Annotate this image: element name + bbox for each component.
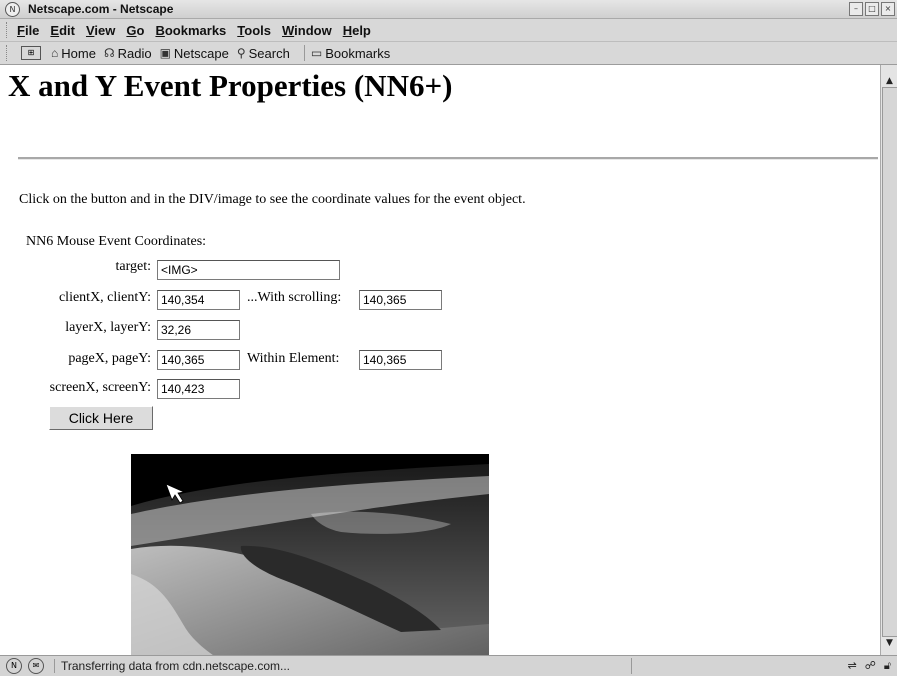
- search-button[interactable]: ⚲ Search: [237, 46, 290, 61]
- search-icon: ⚲: [236, 46, 246, 60]
- home-label: Home: [61, 45, 96, 61]
- radio-label: Radio: [117, 45, 152, 61]
- scroll-down-arrow-icon[interactable]: ▼: [883, 637, 896, 649]
- status-indicators: ⇌ ☍ 🔓︎: [848, 659, 892, 673]
- menu-bar: File Edit View Go Bookmarks Tools Window…: [0, 19, 897, 42]
- netscape-button[interactable]: ▣ Netscape: [160, 46, 229, 61]
- bookmarks-folder-icon: ▭: [310, 46, 323, 60]
- radio-button[interactable]: ☊ Radio: [104, 46, 152, 61]
- netscape-label: Netscape: [173, 45, 229, 61]
- menu-go[interactable]: Go: [126, 23, 144, 38]
- menu-view[interactable]: View: [86, 23, 115, 38]
- title-bar: N Netscape.com - Netscape – □ ×: [0, 0, 897, 19]
- close-button[interactable]: ×: [881, 2, 895, 16]
- scroll-thumb[interactable]: [882, 87, 897, 637]
- target-field[interactable]: [157, 260, 340, 280]
- menu-bookmarks[interactable]: Bookmarks: [155, 23, 226, 38]
- status-progress-cell: [631, 658, 862, 674]
- page-coords-field[interactable]: [157, 350, 240, 370]
- page-content: X and Y Event Properties (NN6+) Click on…: [0, 65, 880, 655]
- window-controls: – □ ×: [849, 2, 895, 16]
- minimize-button[interactable]: –: [849, 2, 863, 16]
- toolbar-grip[interactable]: [6, 45, 13, 61]
- mail-status-icon[interactable]: ✉: [28, 658, 44, 674]
- security-lock-icon[interactable]: 🔓︎: [884, 659, 891, 673]
- page-title: X and Y Event Properties (NN6+): [8, 68, 453, 103]
- maximize-button[interactable]: □: [865, 2, 879, 16]
- bookmarks-label: Bookmarks: [325, 45, 391, 61]
- menu-edit[interactable]: Edit: [50, 23, 75, 38]
- screen-label: screenX, screenY:: [49, 380, 151, 395]
- target-label: target:: [115, 259, 151, 274]
- toolbar-separator: [303, 45, 305, 61]
- earth-image-graphic: [131, 454, 489, 655]
- within-element-field[interactable]: [359, 350, 442, 370]
- personal-toolbar: ⊞ ⌂ Home ☊ Radio ▣ Netscape ⚲ Search ▭ B…: [0, 42, 897, 65]
- horizontal-rule: [18, 157, 878, 160]
- layer-label: layerX, layerY:: [65, 320, 151, 335]
- home-button[interactable]: ⌂ Home: [51, 46, 96, 61]
- search-label: Search: [248, 45, 290, 61]
- bookmarks-button[interactable]: ▭ Bookmarks: [311, 46, 390, 61]
- coordinates-heading: NN6 Mouse Event Coordinates:: [26, 234, 207, 249]
- instructions-text: Click on the button and in the DIV/image…: [19, 192, 526, 207]
- scrolling-label: ...With scrolling:: [247, 290, 342, 305]
- offline-toggle-icon[interactable]: ☍: [865, 659, 876, 673]
- earth-image[interactable]: [131, 454, 489, 655]
- menubar-grip[interactable]: [6, 22, 13, 38]
- window-title: Netscape.com - Netscape: [28, 2, 174, 16]
- menu-help[interactable]: Help: [343, 23, 371, 38]
- netscape-status-icon[interactable]: N: [6, 658, 22, 674]
- netscape-app-icon: N: [5, 1, 20, 17]
- scrolling-field[interactable]: [359, 290, 442, 310]
- status-text: Transferring data from cdn.netscape.com.…: [54, 659, 631, 673]
- menu-tools[interactable]: Tools: [237, 23, 271, 38]
- radio-icon: ☊: [103, 46, 115, 60]
- my-netscape-icon: ▣: [159, 46, 171, 60]
- click-here-button[interactable]: Click Here: [49, 406, 153, 430]
- scroll-up-arrow-icon[interactable]: ▲: [883, 75, 896, 87]
- menu-file[interactable]: File: [17, 23, 39, 38]
- vertical-scrollbar[interactable]: ▲ ▼: [880, 65, 897, 655]
- online-status-icon[interactable]: ⇌: [848, 659, 857, 673]
- status-bar: N ✉ Transferring data from cdn.netscape.…: [0, 655, 897, 676]
- menu-window[interactable]: Window: [282, 23, 332, 38]
- within-element-label: Within Element:: [247, 351, 340, 366]
- page-coords-label: pageX, pageY:: [68, 351, 151, 366]
- new-tab-icon[interactable]: ⊞: [21, 46, 41, 60]
- layer-field[interactable]: [157, 320, 240, 340]
- home-icon: ⌂: [51, 46, 59, 60]
- client-field[interactable]: [157, 290, 240, 310]
- client-label: clientX, clientY:: [58, 290, 151, 305]
- screen-field[interactable]: [157, 379, 240, 399]
